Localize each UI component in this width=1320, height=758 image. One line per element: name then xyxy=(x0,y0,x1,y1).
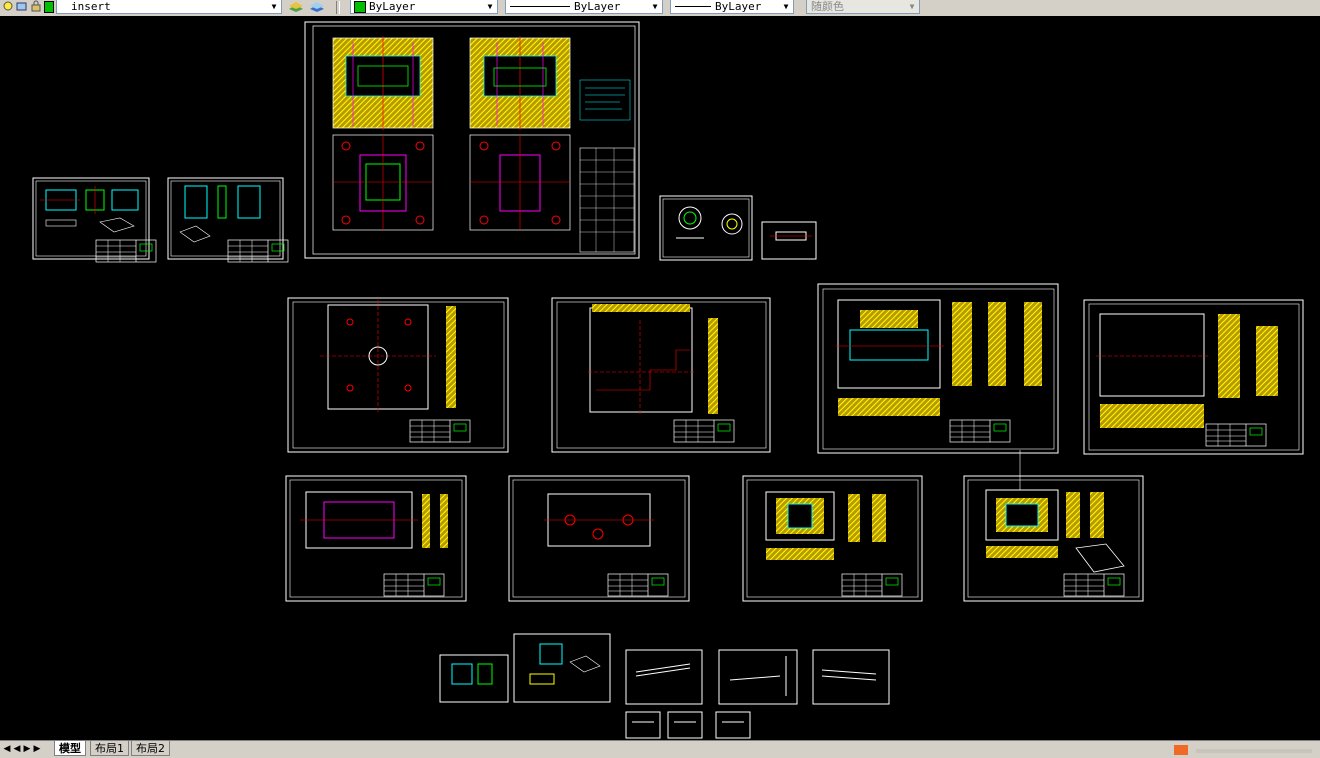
layer-dropdown[interactable]: insert ▼ xyxy=(56,0,282,14)
chevron-down-icon: ▼ xyxy=(652,2,658,11)
assembly-drawing-sheet[interactable] xyxy=(304,21,640,259)
part-drawing-sheet[interactable] xyxy=(167,177,289,263)
chevron-down-icon: ▼ xyxy=(487,2,493,11)
plate-drawing-sheet[interactable] xyxy=(817,283,1059,454)
part-drawing-sheet[interactable] xyxy=(625,711,661,739)
tab-layout1[interactable]: 布局1 xyxy=(90,741,129,756)
lineweight-sample xyxy=(675,6,711,7)
layer-previous-icon[interactable] xyxy=(309,0,325,12)
tab-model[interactable]: 模型 xyxy=(54,741,86,756)
part-drawing-sheet[interactable] xyxy=(32,177,157,263)
last-tab-icon[interactable]: ▶ xyxy=(32,743,42,755)
plate-drawing-sheet[interactable] xyxy=(963,450,1144,602)
lineweight-dropdown-value: ByLayer xyxy=(715,0,762,13)
lineweight-dropdown[interactable]: ByLayer ▼ xyxy=(670,0,794,14)
part-drawing-sheet[interactable] xyxy=(513,633,611,703)
color-dropdown-value: ByLayer xyxy=(369,0,416,13)
make-current-icon[interactable] xyxy=(288,0,304,12)
tab-layout2[interactable]: 布局2 xyxy=(131,741,170,756)
layer-lock-icon[interactable] xyxy=(30,0,42,12)
plate-drawing-sheet[interactable] xyxy=(285,475,467,602)
watermark-logo xyxy=(1174,745,1312,755)
drawing-canvas[interactable] xyxy=(0,16,1320,740)
plotstyle-dropdown: 随颜色 ▼ xyxy=(806,0,920,14)
plotstyle-dropdown-value: 随颜色 xyxy=(811,0,844,13)
layer-dropdown-value: insert xyxy=(71,0,111,13)
color-dropdown[interactable]: ByLayer ▼ xyxy=(350,0,498,14)
next-tab-icon[interactable]: ▶ xyxy=(22,743,32,755)
layout-tab-bar: ◀ ◀ ▶ ▶ 模型 布局1 布局2 xyxy=(0,740,1320,758)
plate-drawing-sheet[interactable] xyxy=(551,297,771,453)
part-drawing-sheet[interactable] xyxy=(715,711,751,739)
part-drawing-sheet[interactable] xyxy=(812,649,890,705)
part-drawing-sheet[interactable] xyxy=(625,649,703,705)
chevron-down-icon: ▼ xyxy=(783,2,789,11)
first-tab-icon[interactable]: ◀ xyxy=(2,743,12,755)
properties-toolbar: insert ▼ ByLayer ▼ ByLayer ▼ ByLayer ▼ 随… xyxy=(0,0,1320,17)
plate-drawing-sheet[interactable] xyxy=(508,475,690,602)
part-drawing-sheet[interactable] xyxy=(761,221,817,260)
part-drawing-sheet[interactable] xyxy=(439,654,509,703)
color-swatch xyxy=(354,1,366,13)
linetype-dropdown-value: ByLayer xyxy=(574,0,621,13)
toolbar-separator xyxy=(336,1,340,14)
linetype-sample xyxy=(510,6,570,7)
part-drawing-sheet[interactable] xyxy=(667,711,703,739)
chevron-down-icon: ▼ xyxy=(909,2,915,11)
plate-drawing-sheet[interactable] xyxy=(742,475,923,602)
chevron-down-icon: ▼ xyxy=(271,2,277,11)
model-space[interactable] xyxy=(0,16,1320,740)
part-drawing-sheet[interactable] xyxy=(659,195,753,261)
linetype-dropdown[interactable]: ByLayer ▼ xyxy=(505,0,663,14)
layer-color-icon xyxy=(44,1,54,13)
plate-drawing-sheet[interactable] xyxy=(287,297,509,453)
layer-state-icon[interactable] xyxy=(2,0,14,12)
plate-drawing-sheet[interactable] xyxy=(1083,299,1304,455)
layer-properties-icon[interactable] xyxy=(16,0,28,12)
prev-tab-icon[interactable]: ◀ xyxy=(12,743,22,755)
part-drawing-sheet[interactable] xyxy=(718,649,798,705)
